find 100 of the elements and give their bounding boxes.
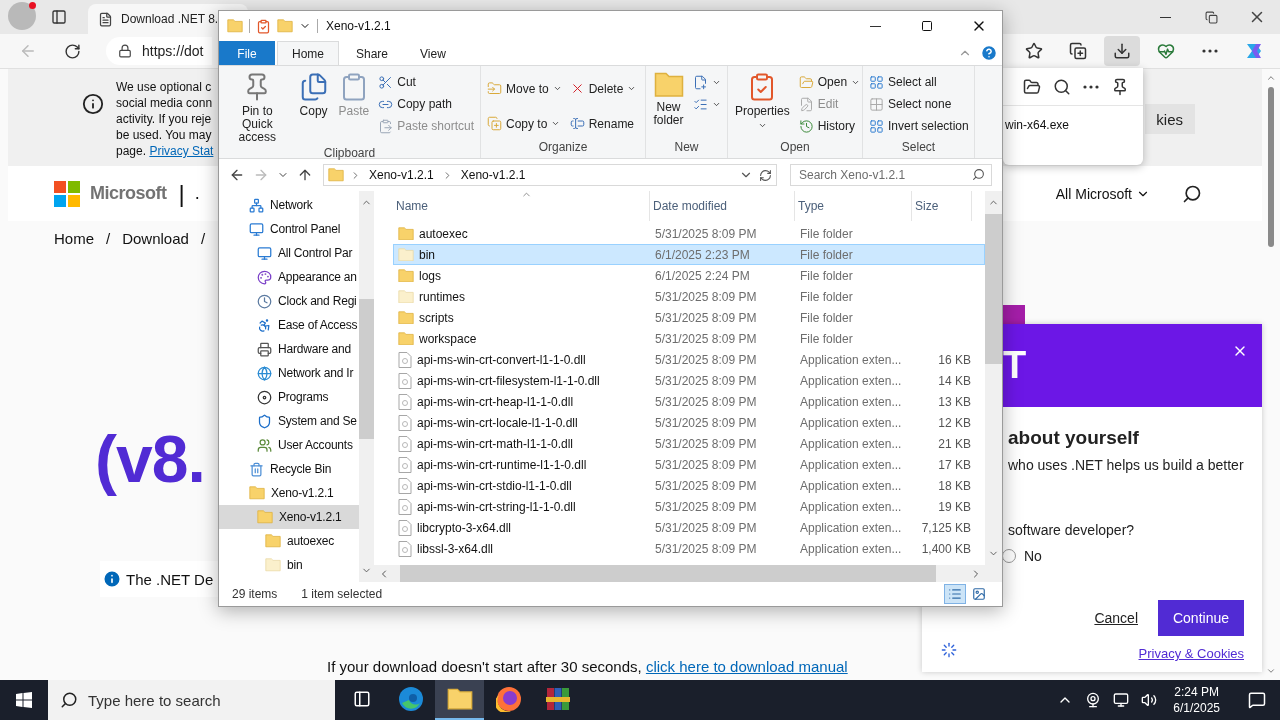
nav-item[interactable]: Recycle Bin (219, 457, 359, 481)
file-row[interactable]: api-ms-win-crt-heap-l1-1-0.dll 5/31/2025 8:09 PM Application exten... 13 KB (393, 391, 985, 412)
column-header[interactable]: Size (912, 191, 972, 221)
file-name: api-ms-win-crt-filesystem-l1-1-0.dll (394, 372, 651, 389)
pin-icon (1111, 77, 1129, 96)
download-file-name[interactable]: win-x64.exe (1005, 118, 1070, 132)
ribbon-button[interactable]: Copy (295, 70, 332, 146)
breadcrumb-link[interactable]: Download (122, 229, 189, 247)
ribbon-button[interactable]: Invert selection (867, 116, 971, 136)
file-row[interactable]: api-ms-win-crt-stdio-l1-1-0.dll 5/31/2025 8:09 PM Application exten... 18 KB (393, 475, 985, 496)
nav-item[interactable]: Hardware and (219, 337, 359, 361)
ribbon-tab[interactable]: Home (277, 41, 339, 65)
search-field[interactable]: Search Xeno-v1.2.1 (790, 164, 992, 186)
cancel-link[interactable]: Cancel (1094, 610, 1138, 626)
file-row[interactable]: api-ms-win-crt-runtime-l1-1-0.dll 5/31/2025 8:09 PM Application exten... 17 KB (393, 454, 985, 475)
column-header[interactable]: Date modified (650, 191, 795, 221)
nav-item[interactable]: Xeno-v1.2.1 (219, 481, 359, 505)
profile-avatar[interactable] (8, 2, 36, 30)
file-row[interactable]: runtimes 5/31/2025 8:09 PM File folder (393, 286, 985, 307)
file-row[interactable]: logs 6/1/2025 2:24 PM File folder (393, 265, 985, 286)
ribbon-button[interactable]: Delete (567, 78, 639, 99)
open-folder-button[interactable] (1023, 77, 1041, 96)
nav-item[interactable]: Network and Ir (219, 361, 359, 385)
address-bar[interactable]: Xeno-v1.2.1 Xeno-v1.2.1 (323, 164, 777, 186)
ribbon-button[interactable]: Properties (732, 70, 793, 140)
properties-icon[interactable] (256, 18, 271, 34)
nav-item[interactable]: bin (219, 553, 359, 577)
taskbar-search-field[interactable]: Type here to search (48, 680, 335, 720)
scrollbar-thumb[interactable] (359, 299, 374, 439)
column-header[interactable]: Name (393, 191, 650, 221)
refresh-icon (63, 42, 81, 60)
date-cell-text: 5/31/2025 8:09 PM (654, 226, 758, 241)
nav-item[interactable]: Network (219, 193, 359, 217)
ribbon-button[interactable]: Move to (485, 78, 564, 99)
nav-item[interactable]: Ease of Access (219, 313, 359, 337)
column-header[interactable]: Type (795, 191, 912, 221)
file-row[interactable]: workspace 5/31/2025 8:09 PM File folder (393, 328, 985, 349)
continue-button[interactable]: Continue (1158, 600, 1244, 636)
path-segment[interactable]: Xeno-v1.2.1 (458, 168, 528, 182)
type-cell-text: Application exten... (799, 478, 903, 493)
nav-item[interactable]: All Control Par (219, 241, 359, 265)
ribbon-button[interactable]: Pin to Quick access (223, 70, 292, 146)
ribbon-button[interactable]: Copy path (376, 94, 476, 114)
file-row[interactable]: bin 6/1/2025 2:23 PM File folder (393, 244, 985, 265)
file-row[interactable]: scripts 5/31/2025 8:09 PM File folder (393, 307, 985, 328)
ribbon-button[interactable]: New folder (650, 70, 687, 140)
type-cell-text: Application exten... (799, 352, 903, 367)
privacy-link[interactable]: Privacy Stat (149, 144, 214, 158)
taskbar-app-button[interactable] (435, 680, 484, 720)
nav-item[interactable]: autoexec (219, 529, 359, 553)
address-field[interactable]: https://dot (106, 37, 212, 65)
nav-item[interactable]: Programs (219, 385, 359, 409)
size-cell-text: 14 KB (937, 373, 972, 388)
nav-item[interactable]: Control Panel (219, 217, 359, 241)
more-button[interactable] (1083, 84, 1099, 89)
clock[interactable]: 2:24 PM 6/1/2025 (1167, 684, 1226, 716)
breadcrumb-link[interactable]: Home (54, 229, 94, 247)
scrollbar-thumb[interactable] (400, 565, 936, 582)
file-name: api-ms-win-crt-convert-l1-1-0.dll (394, 351, 651, 368)
nav-item[interactable]: Xeno-v1.2.1 (219, 505, 359, 529)
pin-button[interactable] (1111, 77, 1129, 96)
scroll-up-icon[interactable] (1266, 73, 1276, 83)
search-button[interactable] (1182, 183, 1202, 204)
file-row[interactable]: api-ms-win-crt-locale-l1-1-0.dll 5/31/2025 8:09 PM Application exten... 12 KB (393, 412, 985, 433)
nav-item[interactable]: User Accounts (219, 433, 359, 457)
file-row[interactable]: libcrypto-3-x64.dll 5/31/2025 8:09 PM Application exten... 7,125 KB (393, 517, 985, 538)
size-cell-text: 16 KB (937, 352, 972, 367)
file-row[interactable]: api-ms-win-crt-convert-l1-1-0.dll 5/31/2025 8:09 PM Application exten... 16 KB (393, 349, 985, 370)
nav-item[interactable]: Appearance an (219, 265, 359, 289)
refresh-icon[interactable] (759, 168, 772, 182)
all-microsoft-menu[interactable]: All Microsoft (1055, 185, 1150, 202)
nav-item[interactable]: Clock and Regi (219, 289, 359, 313)
ribbon-button[interactable]: Copy to (485, 113, 564, 134)
scrollbar-thumb[interactable] (985, 214, 1002, 364)
spinner-icon (941, 642, 957, 658)
scroll-down-icon[interactable] (1266, 666, 1276, 676)
ribbon-tab[interactable]: File (219, 41, 275, 65)
ribbon-button[interactable]: Cut (376, 72, 476, 92)
nav-item[interactable]: System and Se (219, 409, 359, 433)
ribbon-button[interactable]: Select none (867, 94, 971, 114)
ribbon-button[interactable]: Select all (867, 72, 971, 92)
ribbon-button[interactable]: Open (796, 72, 863, 92)
help-icon[interactable] (980, 44, 998, 62)
manual-download-link[interactable]: click here to download manual (645, 658, 848, 675)
ribbon-button[interactable]: Rename (567, 113, 639, 134)
privacy-link[interactable]: Privacy & Cookies (1138, 646, 1244, 661)
ribbon-button[interactable]: History (796, 116, 863, 136)
path-segment[interactable]: Xeno-v1.2.1 (367, 168, 436, 182)
file-row[interactable]: api-ms-win-crt-filesystem-l1-1-0.dll 5/31/2025 8:09 PM Application exten... 14 KB (393, 370, 985, 391)
file-row[interactable]: api-ms-win-crt-string-l1-1-0.dll 5/31/2025 8:09 PM Application exten... 19 KB (393, 496, 985, 517)
downloads-button[interactable] (1104, 36, 1140, 66)
file-row[interactable]: libssl-3-x64.dll 5/31/2025 8:09 PM Application exten... 1,400 KB (393, 538, 985, 559)
cookies-button[interactable]: kies (1145, 104, 1195, 134)
breadcrumb-separator: / (106, 229, 111, 247)
file-row[interactable]: autoexec 5/31/2025 8:09 PM File folder (393, 223, 985, 244)
search-button[interactable] (1053, 77, 1071, 96)
details-view-button[interactable] (944, 584, 966, 604)
scrollbar-thumb[interactable] (1268, 87, 1274, 247)
file-row[interactable]: api-ms-win-crt-math-l1-1-0.dll 5/31/2025 8:09 PM Application exten... 21 KB (393, 433, 985, 454)
size-cell-text: 12 KB (937, 415, 972, 430)
